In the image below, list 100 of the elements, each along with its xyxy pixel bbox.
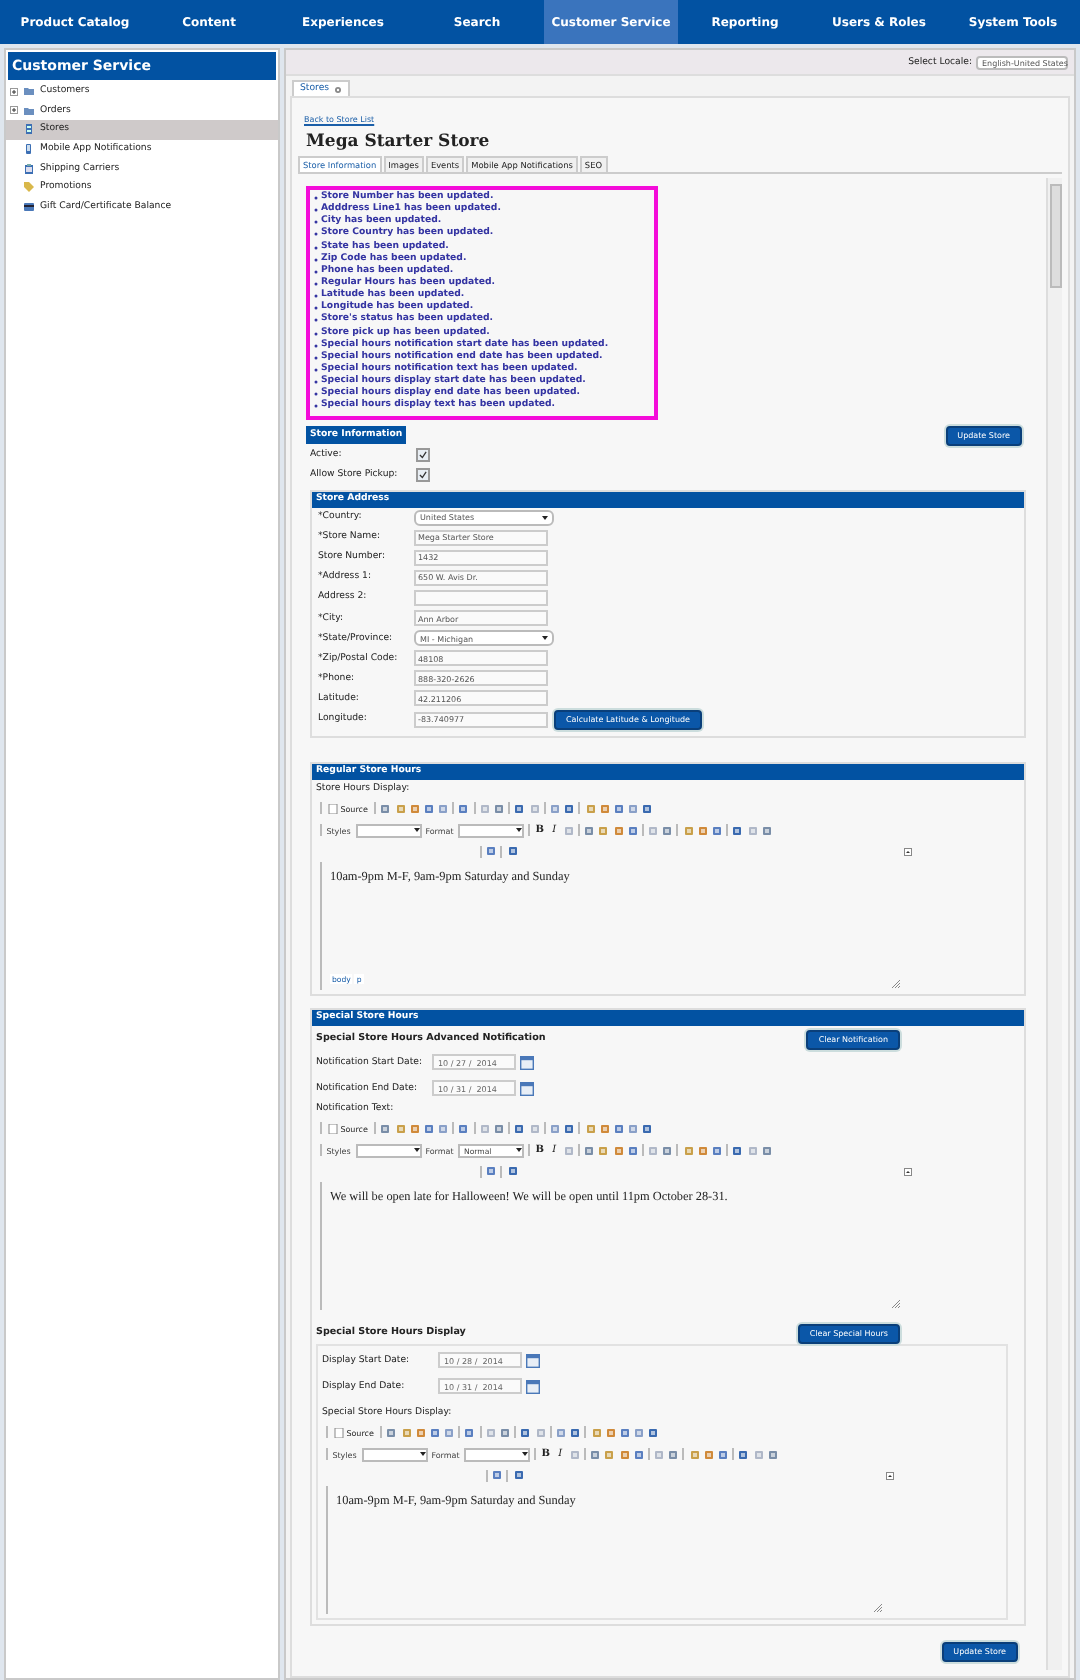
toolbar-icon[interactable] [628,803,639,814]
toolbar-icon[interactable] [732,1145,743,1156]
styles-dropdown[interactable] [355,1143,422,1158]
toolbar-icon[interactable] [585,803,595,814]
toolbar-icon[interactable] [514,803,525,814]
toolbar-icon[interactable] [380,803,391,814]
toolbar-icon[interactable] [662,1145,673,1156]
toolbar-icon[interactable] [712,825,722,836]
toolbar-icon[interactable] [507,846,518,857]
toolbar-icon[interactable] [683,825,694,836]
toolbar-icon[interactable] [627,1145,638,1156]
toolbar-icon[interactable] [738,1449,749,1460]
toolbar-icon[interactable] [732,825,743,836]
toolbar-icon[interactable] [380,1123,391,1134]
toolbar-icon[interactable] [570,1427,581,1438]
toolbar-icon[interactable] [613,803,624,814]
resize-grip-icon[interactable] [892,1299,900,1308]
toolbar-icon[interactable] [634,1427,645,1438]
toolbar-icon[interactable] [767,1449,778,1460]
toolbar-icon[interactable] [668,1449,679,1460]
toolbar-icon[interactable] [619,1427,630,1438]
toolbar-icon[interactable] [438,1123,449,1134]
toolbar-icon[interactable] [395,1123,405,1134]
toolbar-icon[interactable] [415,1427,426,1438]
toolbar-icon[interactable] [761,825,772,836]
toolbar-icon[interactable] [648,1427,659,1438]
toolbar-icon[interactable] [494,803,504,814]
toolbar-icon[interactable] [500,1427,510,1438]
collapse-icon[interactable] [904,847,912,856]
checkbox[interactable] [416,468,430,483]
expand-icon[interactable] [10,87,18,96]
toolbar-icon[interactable] [598,1145,609,1156]
toolbar-icon[interactable] [492,1470,503,1481]
toolbar-icon[interactable] [642,1123,653,1134]
toolbar-icon[interactable] [549,1123,560,1134]
toolbar-icon[interactable] [395,803,405,814]
toolbar-icon[interactable] [619,1449,629,1460]
toolbar-icon[interactable] [513,1470,524,1481]
gear-icon[interactable] [333,85,342,93]
checkbox[interactable] [416,448,430,463]
toolbar-icon[interactable] [458,1123,469,1134]
toolbar-icon[interactable] [613,1123,624,1134]
calendar-icon[interactable] [526,1353,540,1368]
input-field[interactable] [414,589,548,606]
toolbar-icon[interactable] [627,825,638,836]
toolbar-icon[interactable] [590,1449,601,1460]
toolbar-icon[interactable] [697,1145,708,1156]
toolbar-icon[interactable] [507,1166,518,1177]
resize-grip-icon[interactable] [874,1603,882,1612]
calendar-icon[interactable] [526,1379,540,1394]
toolbar-icon[interactable] [605,1427,616,1438]
toolbar-icon[interactable] [464,1427,475,1438]
toolbar-icon[interactable] [703,1449,714,1460]
toolbar-icon[interactable] [423,803,434,814]
toolbar-icon[interactable] [555,1427,566,1438]
toolbar-icon[interactable] [564,803,575,814]
toolbar-icon[interactable] [423,1123,434,1134]
toolbar-icon[interactable] [429,1427,440,1438]
toolbar-icon[interactable] [514,1123,525,1134]
toolbar-icon[interactable] [591,1427,601,1438]
toolbar-icon[interactable] [458,803,469,814]
calendar-icon[interactable] [520,1081,534,1096]
toolbar-icon[interactable] [683,1145,694,1156]
toolbar-icon[interactable] [584,1145,595,1156]
toolbar-icon[interactable] [697,825,708,836]
toolbar-icon[interactable] [599,1123,610,1134]
toolbar-icon[interactable] [386,1427,397,1438]
toolbar-icon[interactable] [564,1123,575,1134]
toolbar-icon[interactable] [604,1449,615,1460]
toolbar-icon[interactable] [689,1449,700,1460]
toolbar-icon[interactable] [718,1449,728,1460]
calendar-icon[interactable] [520,1055,534,1070]
toolbar-icon[interactable] [642,803,653,814]
resize-grip-icon[interactable] [892,979,900,988]
toolbar-icon[interactable] [613,825,623,836]
toolbar-icon[interactable] [599,803,610,814]
toolbar-icon[interactable] [444,1427,455,1438]
toolbar-icon[interactable] [633,1449,644,1460]
toolbar-icon[interactable] [584,825,595,836]
toolbar-icon[interactable] [486,1166,497,1177]
toolbar-icon[interactable] [628,1123,639,1134]
toolbar-icon[interactable] [438,803,449,814]
toolbar-icon[interactable] [712,1145,722,1156]
scrollbar[interactable] [1046,178,1062,1670]
toolbar-icon[interactable] [409,1123,420,1134]
toolbar-icon[interactable] [598,825,609,836]
toolbar-icon[interactable] [761,1145,772,1156]
toolbar-icon[interactable] [409,803,420,814]
toolbar-icon[interactable] [613,1145,623,1156]
toolbar-icon[interactable] [585,1123,595,1134]
toolbar-icon[interactable] [662,825,673,836]
toolbar-icon[interactable] [494,1123,504,1134]
styles-dropdown[interactable] [355,823,422,838]
toolbar-icon[interactable] [520,1427,531,1438]
styles-dropdown[interactable] [361,1447,428,1462]
collapse-icon[interactable] [886,1471,894,1480]
toolbar-icon[interactable] [486,846,497,857]
toolbar-icon[interactable] [401,1427,411,1438]
expand-icon[interactable] [10,106,18,115]
toolbar-icon[interactable] [549,803,560,814]
